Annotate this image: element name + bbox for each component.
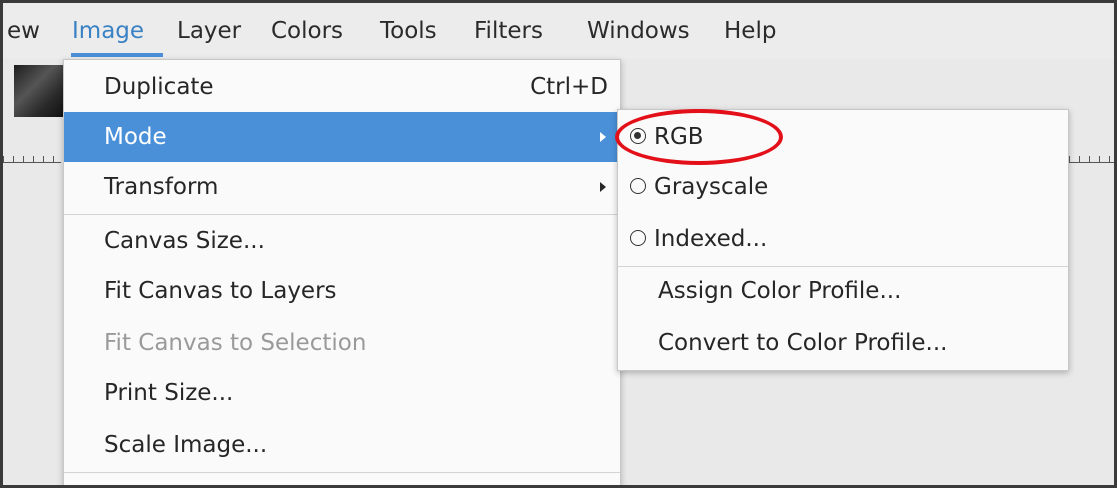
menu-item-label: Indexed... bbox=[654, 226, 768, 252]
menu-item-label: Transform bbox=[104, 174, 219, 200]
menu-item-label: Fit Canvas to Layers bbox=[104, 278, 337, 304]
menu-windows[interactable]: Windows bbox=[587, 13, 690, 49]
menu-colors[interactable]: Colors bbox=[271, 13, 343, 49]
mode-submenu: RGB Grayscale Indexed... Assign Color Pr… bbox=[617, 109, 1069, 371]
menu-item-label: Assign Color Profile... bbox=[658, 278, 902, 304]
mode-item-grayscale[interactable]: Grayscale bbox=[618, 162, 1068, 212]
menu-item-label: Convert to Color Profile... bbox=[658, 330, 948, 356]
menu-filters[interactable]: Filters bbox=[474, 13, 543, 49]
submenu-arrow-icon bbox=[600, 132, 606, 142]
menu-item-label: Canvas Size... bbox=[104, 228, 265, 254]
app-window: ew Image Layer Colors Tools Filters Wind… bbox=[0, 0, 1117, 488]
menu-item-transform[interactable]: Transform bbox=[64, 162, 620, 212]
menu-item-fit-canvas-to-selection: Fit Canvas to Selection bbox=[64, 318, 620, 368]
active-menu-underline bbox=[71, 53, 163, 57]
mode-item-indexed[interactable]: Indexed... bbox=[618, 214, 1068, 264]
menu-item-label: Duplicate bbox=[104, 74, 214, 100]
menubar: ew Image Layer Colors Tools Filters Wind… bbox=[3, 3, 1114, 59]
menu-item-fit-canvas-to-layers[interactable]: Fit Canvas to Layers bbox=[64, 266, 620, 316]
menu-tools[interactable]: Tools bbox=[380, 13, 437, 49]
menu-image[interactable]: Image bbox=[72, 13, 144, 49]
shortcut-label: Ctrl+D bbox=[530, 74, 608, 100]
horizontal-ruler-right bbox=[1069, 148, 1114, 163]
image-menu: Duplicate Ctrl+D Mode Transform Canvas S… bbox=[63, 59, 621, 485]
mode-item-rgb[interactable]: RGB bbox=[618, 112, 1068, 162]
menu-item-label: Mode bbox=[104, 124, 167, 150]
menu-item-label: Fit Canvas to Selection bbox=[104, 330, 367, 356]
menu-help[interactable]: Help bbox=[724, 13, 776, 49]
menu-item-label: Print Size... bbox=[104, 380, 234, 406]
menu-item-canvas-size[interactable]: Canvas Size... bbox=[64, 216, 620, 266]
radio-selected-icon bbox=[630, 128, 646, 144]
menu-item-print-size[interactable]: Print Size... bbox=[64, 368, 620, 418]
menu-item-label: Scale Image... bbox=[104, 432, 268, 458]
submenu-arrow-icon bbox=[600, 182, 606, 192]
menu-item-label: Grayscale bbox=[654, 174, 769, 200]
menu-view[interactable]: ew bbox=[7, 13, 40, 49]
menu-item-label: RGB bbox=[654, 124, 704, 150]
horizontal-ruler-left bbox=[3, 148, 61, 163]
menu-layer[interactable]: Layer bbox=[177, 13, 241, 49]
radio-unselected-icon bbox=[630, 178, 646, 194]
mode-item-assign-color-profile[interactable]: Assign Color Profile... bbox=[618, 266, 1068, 316]
menu-item-duplicate[interactable]: Duplicate Ctrl+D bbox=[64, 62, 620, 112]
menu-separator bbox=[64, 472, 620, 473]
image-thumbnail[interactable] bbox=[14, 65, 64, 117]
menu-item-scale-image[interactable]: Scale Image... bbox=[64, 420, 620, 470]
mode-item-convert-color-profile[interactable]: Convert to Color Profile... bbox=[618, 318, 1068, 368]
radio-unselected-icon bbox=[630, 230, 646, 246]
menu-item-mode[interactable]: Mode bbox=[64, 112, 620, 162]
menu-separator bbox=[64, 214, 620, 215]
